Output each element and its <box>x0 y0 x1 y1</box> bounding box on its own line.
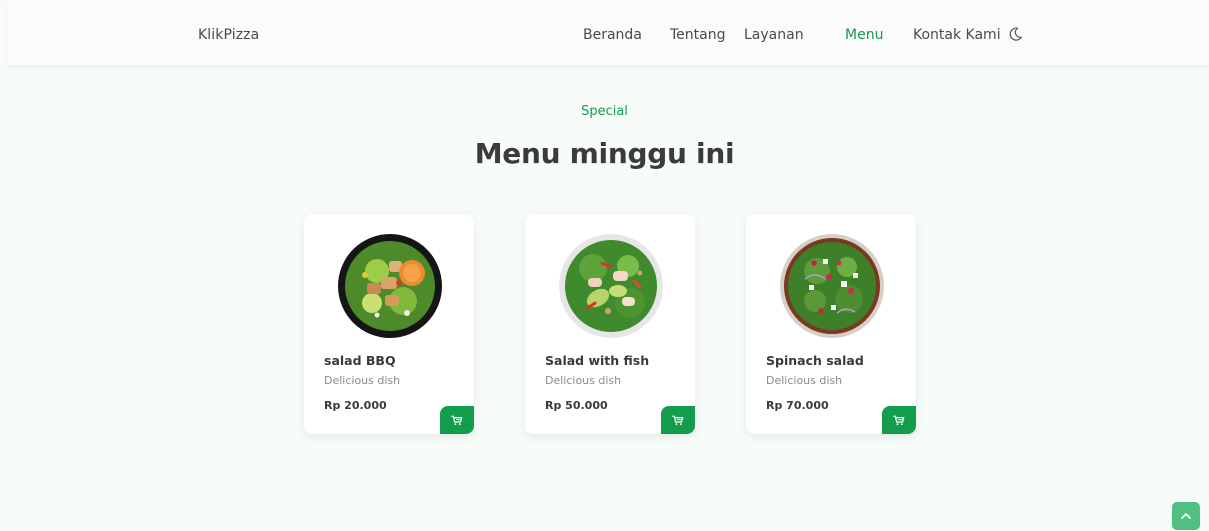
menu-item-description: Delicious dish <box>766 374 843 387</box>
add-to-cart-button[interactable] <box>440 406 474 434</box>
menu-item-name: Spinach salad <box>766 353 864 368</box>
spinach-salad-image <box>780 234 884 338</box>
menu-item-name: salad BBQ <box>324 353 396 368</box>
salad-bbq-image <box>338 234 442 338</box>
menu-item-price: Rp 20.000 <box>324 399 387 412</box>
cart-icon <box>893 415 905 425</box>
add-to-cart-button[interactable] <box>882 406 916 434</box>
scroll-to-top-button[interactable] <box>1172 502 1200 530</box>
menu-card: salad BBQ Delicious dish Rp 20.000 <box>304 214 474 434</box>
menu-item-description: Delicious dish <box>545 374 622 387</box>
nav-link-kontak-kami[interactable]: Kontak Kami <box>913 27 1001 43</box>
add-to-cart-button[interactable] <box>661 406 695 434</box>
top-navbar: KlikPizza Beranda Tentang Layanan Menu K… <box>7 0 1209 65</box>
nav-link-layanan[interactable]: Layanan <box>744 27 804 43</box>
chevron-up-icon <box>1181 513 1191 519</box>
cart-icon <box>672 415 684 425</box>
nav-link-beranda[interactable]: Beranda <box>583 27 642 43</box>
nav-link-tentang[interactable]: Tentang <box>670 27 726 43</box>
moon-icon[interactable] <box>1009 26 1023 42</box>
menu-item-price: Rp 50.000 <box>545 399 608 412</box>
page: KlikPizza Beranda Tentang Layanan Menu K… <box>0 0 1209 531</box>
salad-with-fish-image <box>559 234 663 338</box>
menu-item-price: Rp 70.000 <box>766 399 829 412</box>
cart-icon <box>451 415 463 425</box>
section-subtitle: Special <box>581 104 628 119</box>
nav-link-menu[interactable]: Menu <box>845 27 883 43</box>
menu-card: Spinach salad Delicious dish Rp 70.000 <box>746 214 916 434</box>
menu-item-description: Delicious dish <box>324 374 401 387</box>
main-nav: Beranda Tentang Layanan Menu Kontak Kami <box>7 27 1209 45</box>
menu-item-name: Salad with fish <box>545 353 650 368</box>
menu-card: Salad with fish Delicious dish Rp 50.000 <box>525 214 695 434</box>
section-title: Menu minggu ini <box>474 137 735 170</box>
